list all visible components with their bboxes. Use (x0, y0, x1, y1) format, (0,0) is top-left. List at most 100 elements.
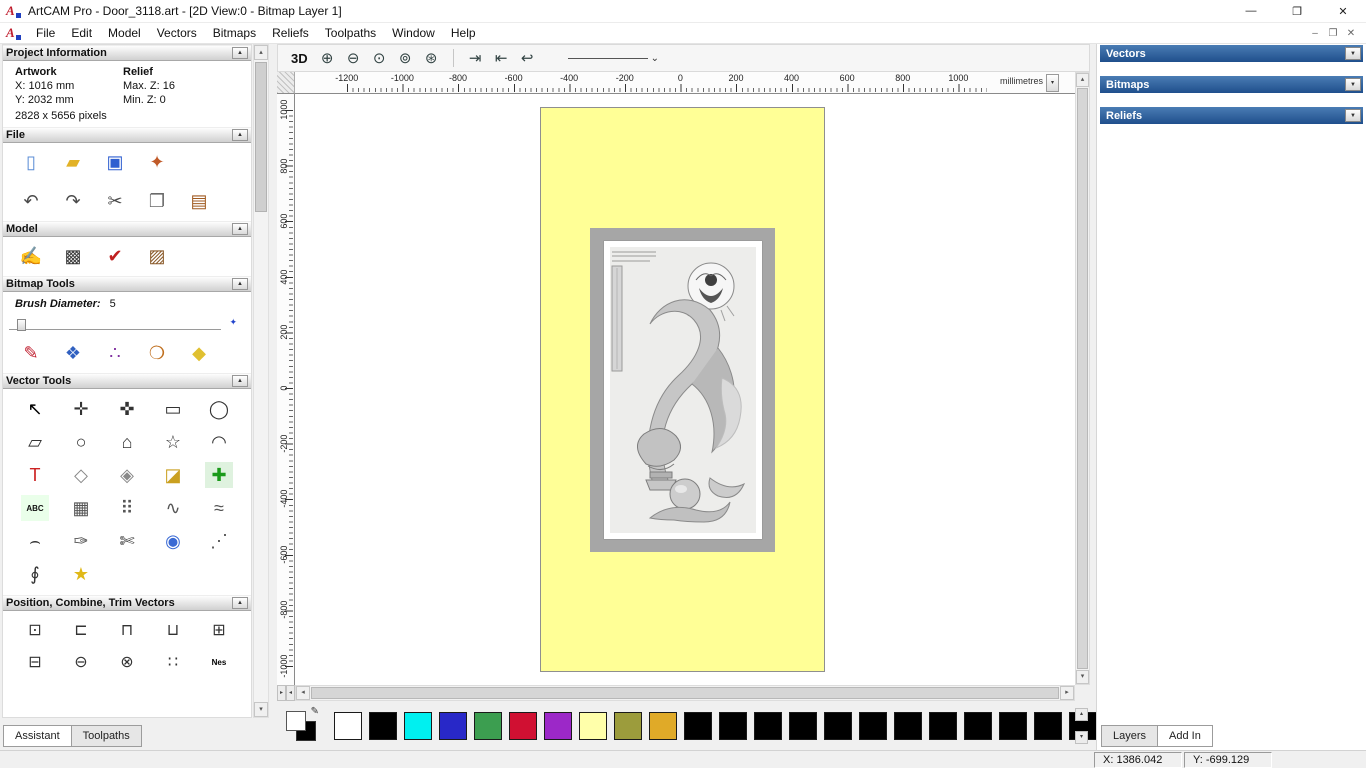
collapse-icon[interactable]: ▲ (232, 223, 248, 235)
notes-icon[interactable]: ✔ (101, 243, 129, 269)
splitter-left-icon[interactable]: ▸ (277, 685, 286, 701)
offset-vectors-icon[interactable]: ◈ (113, 462, 141, 488)
zoom-in-icon[interactable]: ⊕ (316, 47, 339, 69)
color-swatch[interactable] (929, 712, 957, 740)
tab-add-in[interactable]: Add In (1157, 725, 1213, 747)
save-model-icon[interactable]: ▣ (101, 149, 129, 175)
new-model-icon[interactable]: ▯ (17, 149, 45, 175)
color-swatch[interactable] (579, 712, 607, 740)
collapse-icon[interactable]: ▲ (232, 278, 248, 290)
bitmap-image[interactable] (590, 228, 775, 552)
color-swatch[interactable] (1034, 712, 1062, 740)
pane-splitter[interactable]: ▸ ◂ (277, 685, 295, 701)
combine-intersect-icon[interactable]: ⊗ (113, 649, 141, 675)
color-swatch[interactable] (894, 712, 922, 740)
mdi-close-button[interactable]: ✕ (1342, 28, 1360, 39)
dropdown-icon[interactable]: ▼ (1345, 109, 1361, 122)
wrap-text-icon[interactable]: ◇ (67, 462, 95, 488)
create-ellipse-icon[interactable]: ○ (67, 429, 95, 455)
undo-icon[interactable]: ↶ (17, 188, 45, 214)
menu-window[interactable]: Window (384, 24, 443, 42)
create-polygon-icon[interactable]: ⌂ (113, 429, 141, 455)
envelope-distort-icon[interactable]: ◉ (159, 528, 187, 554)
three-point-arc-icon[interactable]: ⌢ (21, 528, 49, 554)
splitter-right-icon[interactable]: ◂ (286, 685, 295, 701)
colour-palette-icon[interactable]: ❍ (143, 340, 171, 366)
transform-grid-icon[interactable]: ▦ (67, 495, 95, 521)
scrollbar-thumb[interactable] (255, 62, 267, 212)
fit-curves-icon[interactable]: ≈ (205, 495, 233, 521)
distort-vector-icon[interactable]: ★ (67, 561, 95, 587)
create-arc-icon[interactable]: ◠ (205, 429, 233, 455)
weld-vectors-icon[interactable]: ∷ (159, 649, 187, 675)
paste-along-curve-icon[interactable]: ∿ (159, 495, 187, 521)
spray-icon[interactable]: ∴ (101, 340, 129, 366)
canvas-horizontal-scrollbar[interactable]: ◂ ▸ (295, 685, 1075, 701)
section-reliefs[interactable]: Reliefs ▼ (1100, 107, 1363, 124)
primary-secondary-colour-swatch[interactable]: ✎ (285, 710, 317, 742)
combine-subtract-icon[interactable]: ⊖ (67, 649, 95, 675)
toggle-bitmap-view-icon[interactable]: ⇥ (464, 47, 487, 69)
create-polyline-icon[interactable]: ▱ (21, 429, 49, 455)
menu-file[interactable]: File (28, 24, 63, 42)
section-bitmaps[interactable]: Bitmaps ▼ (1100, 76, 1363, 93)
primary-colour[interactable] (286, 711, 306, 731)
color-swatch[interactable] (404, 712, 432, 740)
menu-bitmaps[interactable]: Bitmaps (205, 24, 264, 42)
scroll-down-icon[interactable]: ▾ (1076, 670, 1089, 684)
mdi-restore-button[interactable]: ❐ (1324, 28, 1342, 39)
import-model-icon[interactable]: ✦ (143, 149, 171, 175)
combine-union-icon[interactable]: ⊟ (21, 649, 49, 675)
collapse-icon[interactable]: ▲ (232, 375, 248, 387)
brush-diameter-slider[interactable]: ✦ (9, 317, 237, 332)
redo-icon[interactable]: ↷ (59, 188, 87, 214)
zoom-out-icon[interactable]: ⊖ (342, 47, 365, 69)
scrollbar-thumb[interactable] (1077, 88, 1088, 669)
assistant-scrollbar[interactable]: ▴ ▾ (253, 44, 269, 718)
scroll-down-icon[interactable]: ▾ (254, 702, 268, 717)
tab-layers[interactable]: Layers (1101, 725, 1158, 747)
texture-relief-icon[interactable]: ▨ (143, 243, 171, 269)
color-swatch[interactable] (649, 712, 677, 740)
flood-fill-icon[interactable]: ◆ (185, 340, 213, 366)
paint-icon[interactable]: ✎ (17, 340, 45, 366)
zoom-window-icon[interactable]: ⊙ (368, 47, 391, 69)
adjust-model-icon[interactable]: ▩ (59, 243, 87, 269)
paste-icon[interactable]: ▤ (185, 188, 213, 214)
ruler-unit-dropdown-icon[interactable]: ▾ (1046, 74, 1059, 92)
restore-button[interactable]: ❐ (1274, 0, 1320, 22)
set-model-size-icon[interactable]: ✍ (17, 243, 45, 269)
color-swatch[interactable] (474, 712, 502, 740)
menu-reliefs[interactable]: Reliefs (264, 24, 317, 42)
drawing-canvas[interactable] (295, 94, 1075, 685)
color-swatch[interactable] (369, 712, 397, 740)
create-star-icon[interactable]: ☆ (159, 429, 187, 455)
slider-thumb[interactable] (17, 319, 26, 331)
scroll-down-icon[interactable]: ▾ (1075, 731, 1088, 744)
trim-vectors-icon[interactable]: ✄ (113, 528, 141, 554)
color-swatch[interactable] (719, 712, 747, 740)
previous-view-icon[interactable]: ↩ (516, 47, 539, 69)
menu-model[interactable]: Model (100, 24, 149, 42)
nesting-icon[interactable]: Nes (205, 649, 233, 675)
align-left-icon[interactable]: ⊏ (67, 617, 95, 643)
draw-icon[interactable]: ❖ (59, 340, 87, 366)
color-swatch[interactable] (509, 712, 537, 740)
palette-scroll[interactable]: ▴ ▾ (1075, 708, 1088, 754)
model-area[interactable] (540, 107, 825, 672)
freehand-draw-icon[interactable]: ✑ (67, 528, 95, 554)
color-swatch[interactable] (614, 712, 642, 740)
open-model-icon[interactable]: ▰ (59, 149, 87, 175)
menu-vectors[interactable]: Vectors (149, 24, 205, 42)
color-swatch[interactable] (859, 712, 887, 740)
color-swatch[interactable] (754, 712, 782, 740)
scroll-up-icon[interactable]: ▴ (254, 45, 268, 60)
copy-icon[interactable]: ❐ (143, 188, 171, 214)
scroll-up-icon[interactable]: ▴ (1075, 708, 1088, 721)
canvas-vertical-scrollbar[interactable]: ▴ ▾ (1075, 72, 1090, 685)
mdi-minimize-button[interactable]: – (1306, 28, 1324, 39)
dropdown-icon[interactable]: ▼ (1345, 47, 1361, 60)
close-button[interactable]: ✕ (1320, 0, 1366, 22)
block-copy-icon[interactable]: ⠿ (113, 495, 141, 521)
align-centers-icon[interactable]: ⊞ (205, 617, 233, 643)
